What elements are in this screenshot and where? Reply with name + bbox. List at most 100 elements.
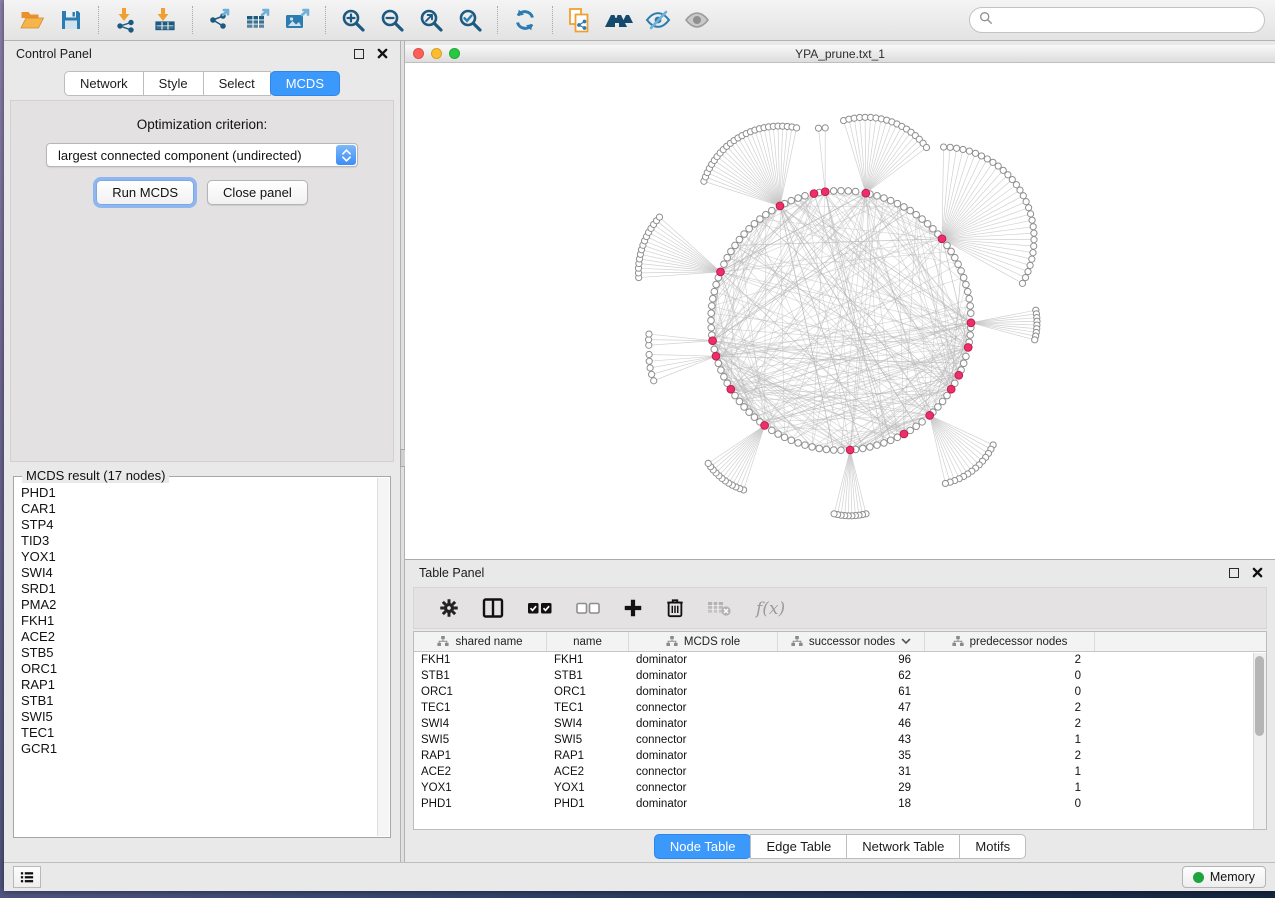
cell-predecessor-nodes[interactable]: 1 [925, 764, 1095, 780]
cell-shared-name[interactable]: ACE2 [414, 764, 547, 780]
tab-network[interactable]: Network [64, 71, 144, 96]
table-row[interactable]: TEC1TEC1connector472 [414, 700, 1266, 716]
cell-shared-name[interactable]: SWI5 [414, 732, 547, 748]
table-row[interactable]: FKH1FKH1dominator962 [414, 652, 1266, 668]
cell-MCDS-role[interactable]: dominator [629, 748, 778, 764]
table-row[interactable]: ACE2ACE2connector311 [414, 764, 1266, 780]
mcds-result-item[interactable]: TID3 [18, 533, 377, 549]
mcds-result-list[interactable]: PHD1CAR1STP4TID3YOX1SWI4SRD1PMA2FKH1ACE2… [18, 485, 377, 835]
cell-predecessor-nodes[interactable]: 1 [925, 732, 1095, 748]
cell-shared-name[interactable]: FKH1 [414, 652, 547, 668]
memory-button[interactable]: Memory [1182, 866, 1266, 888]
close-panel-button[interactable]: Close panel [207, 180, 308, 205]
import-network-icon[interactable] [108, 3, 144, 37]
cell-name[interactable]: YOX1 [547, 780, 629, 796]
cell-shared-name[interactable]: SWI4 [414, 716, 547, 732]
cell-predecessor-nodes[interactable]: 2 [925, 748, 1095, 764]
cell-successor-nodes[interactable]: 61 [778, 684, 925, 700]
column-header-MCDS-role[interactable]: MCDS role [629, 632, 778, 651]
cell-predecessor-nodes[interactable]: 2 [925, 716, 1095, 732]
tab-mcds[interactable]: MCDS [270, 71, 340, 96]
network-canvas[interactable] [405, 63, 1275, 559]
cell-shared-name[interactable]: PHD1 [414, 796, 547, 812]
mcds-result-item[interactable]: PHD1 [18, 485, 377, 501]
cell-name[interactable]: RAP1 [547, 748, 629, 764]
cell-shared-name[interactable]: STB1 [414, 668, 547, 684]
cell-successor-nodes[interactable]: 47 [778, 700, 925, 716]
network-window-titlebar[interactable]: YPA_prune.txt_1 [405, 45, 1275, 63]
cell-successor-nodes[interactable]: 62 [778, 668, 925, 684]
cell-name[interactable]: FKH1 [547, 652, 629, 668]
cell-successor-nodes[interactable]: 46 [778, 716, 925, 732]
refresh-icon[interactable] [507, 3, 543, 37]
cell-MCDS-role[interactable]: dominator [629, 796, 778, 812]
zoom-out-icon[interactable] [374, 3, 410, 37]
cell-shared-name[interactable]: YOX1 [414, 780, 547, 796]
float-table-panel-icon[interactable] [1229, 568, 1239, 578]
zoom-fit-icon[interactable] [413, 3, 449, 37]
mcds-result-item[interactable]: SWI4 [18, 565, 377, 581]
table-row[interactable]: SWI4SWI4dominator462 [414, 716, 1266, 732]
cell-shared-name[interactable]: TEC1 [414, 700, 547, 716]
table-scrollbar-thumb[interactable] [1255, 656, 1264, 736]
cell-predecessor-nodes[interactable]: 2 [925, 700, 1095, 716]
column-header-shared-name[interactable]: shared name [414, 632, 547, 651]
column-layout-icon[interactable] [481, 597, 505, 619]
delete-row-icon[interactable] [665, 597, 685, 619]
zoom-selected-icon[interactable] [452, 3, 488, 37]
open-file-icon[interactable] [14, 3, 50, 37]
tab-select[interactable]: Select [203, 71, 271, 96]
duplicate-network-icon[interactable] [562, 3, 598, 37]
cell-shared-name[interactable]: ORC1 [414, 684, 547, 700]
mcds-result-item[interactable]: TEC1 [18, 725, 377, 741]
cell-MCDS-role[interactable]: connector [629, 700, 778, 716]
mcds-result-item[interactable]: ORC1 [18, 661, 377, 677]
cell-name[interactable]: PHD1 [547, 796, 629, 812]
cell-successor-nodes[interactable]: 96 [778, 652, 925, 668]
add-row-icon[interactable] [622, 597, 644, 619]
export-network-icon[interactable] [202, 3, 238, 37]
cell-predecessor-nodes[interactable]: 0 [925, 684, 1095, 700]
mcds-result-item[interactable]: GCR1 [18, 741, 377, 757]
cell-successor-nodes[interactable]: 31 [778, 764, 925, 780]
run-mcds-button[interactable]: Run MCDS [96, 180, 194, 205]
cell-predecessor-nodes[interactable]: 0 [925, 668, 1095, 684]
show-all-icon[interactable] [679, 3, 715, 37]
optimization-criterion-select[interactable]: largest connected component (undirected) [46, 143, 358, 167]
panel-menu-button[interactable] [13, 866, 41, 888]
mcds-list-scrollbar[interactable] [377, 478, 389, 836]
mcds-result-item[interactable]: STB5 [18, 645, 377, 661]
tab-motifs[interactable]: Motifs [959, 834, 1026, 859]
column-header-predecessor-nodes[interactable]: predecessor nodes [925, 632, 1095, 651]
tab-style[interactable]: Style [143, 71, 204, 96]
export-table-icon[interactable] [241, 3, 277, 37]
mcds-result-item[interactable]: PMA2 [18, 597, 377, 613]
deselect-all-icon[interactable] [575, 599, 601, 617]
cell-name[interactable]: TEC1 [547, 700, 629, 716]
table-scrollbar[interactable] [1253, 653, 1266, 829]
tab-node-table[interactable]: Node Table [654, 834, 752, 859]
save-session-icon[interactable] [53, 3, 89, 37]
cell-successor-nodes[interactable]: 35 [778, 748, 925, 764]
mcds-result-item[interactable]: RAP1 [18, 677, 377, 693]
zoom-in-icon[interactable] [335, 3, 371, 37]
cell-MCDS-role[interactable]: connector [629, 780, 778, 796]
import-table-icon[interactable] [147, 3, 183, 37]
close-table-panel-icon[interactable] [1251, 567, 1263, 579]
cell-predecessor-nodes[interactable]: 1 [925, 780, 1095, 796]
search-box[interactable] [969, 7, 1265, 33]
cell-name[interactable]: SWI4 [547, 716, 629, 732]
cell-predecessor-nodes[interactable]: 2 [925, 652, 1095, 668]
cell-MCDS-role[interactable]: dominator [629, 684, 778, 700]
first-neighbors-icon[interactable] [601, 3, 637, 37]
mcds-result-item[interactable]: SWI5 [18, 709, 377, 725]
network-graph[interactable] [405, 63, 1275, 559]
table-row[interactable]: ORC1ORC1dominator610 [414, 684, 1266, 700]
tab-edge-table[interactable]: Edge Table [750, 834, 847, 859]
search-input[interactable] [999, 13, 1255, 28]
table-row[interactable]: STB1STB1dominator620 [414, 668, 1266, 684]
float-panel-icon[interactable] [354, 49, 364, 59]
mcds-result-item[interactable]: STP4 [18, 517, 377, 533]
table-row[interactable]: PHD1PHD1dominator180 [414, 796, 1266, 812]
select-all-icon[interactable] [526, 599, 554, 617]
